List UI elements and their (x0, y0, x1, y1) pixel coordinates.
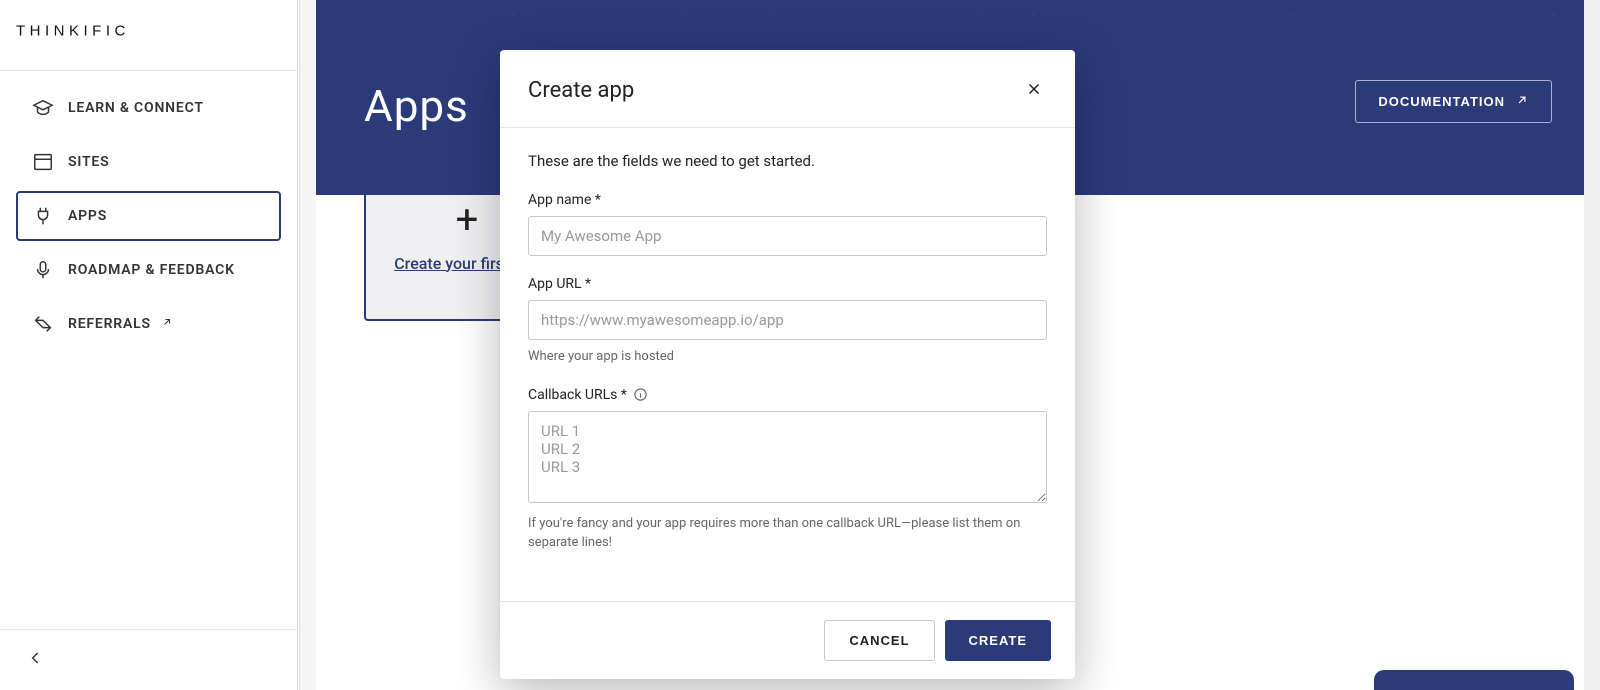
graduation-cap-icon (32, 97, 54, 119)
handshake-icon (32, 313, 54, 335)
sidebar-item-label: LEARN & CONNECT (68, 100, 204, 116)
app-url-label: App URL * (528, 276, 1047, 292)
page-title: Apps (364, 80, 469, 132)
app-url-input[interactable] (528, 300, 1047, 340)
sidebar-item-label: REFERRALS (68, 316, 151, 332)
modal-intro-text: These are the fields we need to get star… (528, 152, 1047, 170)
create-button[interactable]: CREATE (945, 620, 1051, 661)
browser-window-icon (32, 151, 54, 173)
brand-logo: THINKIFIC (0, 0, 297, 71)
collapse-sidebar-icon[interactable] (26, 653, 46, 672)
form-group-app-url: App URL * Where your app is hosted (528, 276, 1047, 367)
app-url-helper-text: Where your app is hosted (528, 348, 1047, 367)
plus-icon: + (456, 200, 479, 240)
scrollbar[interactable] (1584, 0, 1600, 690)
sidebar-item-label: APPS (68, 208, 107, 224)
sidebar: THINKIFIC LEARN & CONNECT SITES APPS (0, 0, 300, 690)
sidebar-item-referrals[interactable]: REFERRALS (16, 299, 281, 349)
microphone-icon (32, 259, 54, 281)
documentation-button-label: DOCUMENTATION (1378, 94, 1505, 109)
create-app-modal: Create app These are the fields we need … (500, 50, 1075, 679)
info-icon[interactable] (633, 387, 648, 402)
cancel-button[interactable]: CANCEL (824, 620, 934, 661)
modal-title: Create app (528, 78, 634, 103)
svg-text:THINKIFIC: THINKIFIC (16, 23, 130, 40)
sidebar-item-learn-connect[interactable]: LEARN & CONNECT (16, 83, 281, 133)
sidebar-item-label: SITES (68, 154, 109, 170)
close-icon (1025, 86, 1043, 101)
sidebar-footer (0, 629, 297, 690)
external-link-icon (161, 316, 173, 332)
plug-icon (32, 205, 54, 227)
app-name-label: App name * (528, 192, 1047, 208)
thinkific-logo-icon: THINKIFIC (16, 20, 166, 42)
sidebar-item-roadmap-feedback[interactable]: ROADMAP & FEEDBACK (16, 245, 281, 295)
sidebar-item-label: ROADMAP & FEEDBACK (68, 262, 235, 278)
close-button[interactable] (1021, 76, 1047, 105)
modal-body: These are the fields we need to get star… (500, 128, 1075, 601)
modal-footer: CANCEL CREATE (500, 601, 1075, 679)
callback-urls-label: Callback URLs * (528, 387, 1047, 403)
documentation-button[interactable]: DOCUMENTATION (1355, 80, 1552, 123)
callback-urls-input[interactable] (528, 411, 1047, 503)
form-group-callback-urls: Callback URLs * If you're fancy and your… (528, 387, 1047, 553)
callback-urls-label-text: Callback URLs * (528, 387, 627, 403)
help-widget[interactable] (1374, 670, 1574, 690)
sidebar-item-sites[interactable]: SITES (16, 137, 281, 187)
form-group-app-name: App name * (528, 192, 1047, 256)
sidebar-item-apps[interactable]: APPS (16, 191, 281, 241)
app-name-input[interactable] (528, 216, 1047, 256)
sidebar-nav: LEARN & CONNECT SITES APPS ROADMAP & FEE… (0, 71, 297, 629)
external-link-icon (1515, 93, 1529, 110)
callback-urls-helper-text: If you're fancy and your app requires mo… (528, 515, 1047, 553)
modal-header: Create app (500, 50, 1075, 128)
